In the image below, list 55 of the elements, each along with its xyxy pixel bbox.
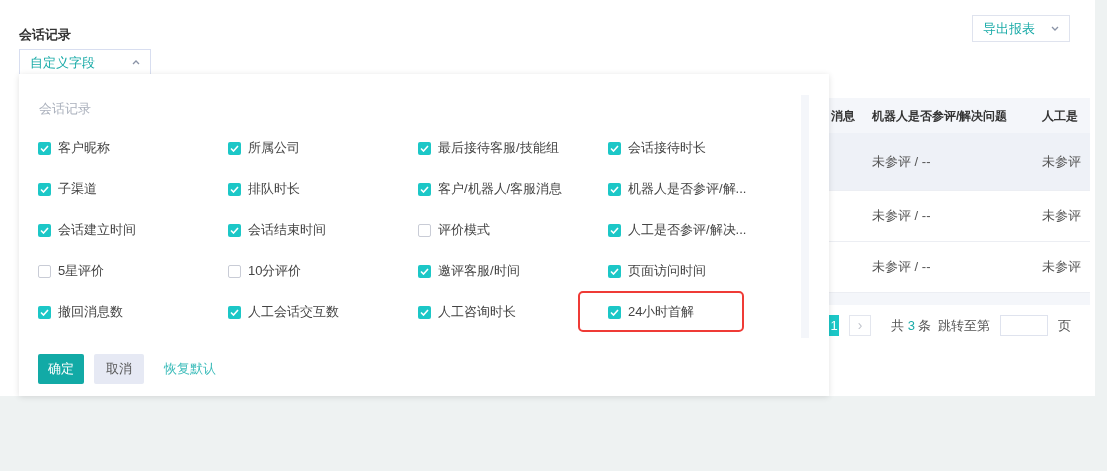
check-icon [610, 144, 619, 152]
column-header: 消息 [830, 107, 856, 125]
caret-up-icon [132, 60, 140, 65]
field-checkbox[interactable]: 撤回消息数 [38, 302, 123, 322]
check-icon [610, 308, 619, 316]
check-icon [40, 185, 49, 193]
field-checkbox[interactable]: 10分评价 [228, 261, 302, 281]
section-title: 会话记录 [19, 27, 71, 42]
jump-label: 跳转至第 [938, 316, 991, 335]
field-checkbox[interactable]: 页面访问时间 [608, 261, 706, 281]
field-checkbox[interactable]: 会话结束时间 [228, 220, 326, 240]
check-icon [40, 144, 49, 152]
check-icon [230, 185, 239, 193]
field-checkbox[interactable]: 机器人是否参评/解... [608, 179, 747, 199]
table-cell: 未参评 [1042, 259, 1081, 275]
table-cell: 未参评 [1042, 208, 1081, 224]
field-checkbox[interactable]: 评价模式 [418, 220, 490, 240]
check-icon [230, 226, 239, 234]
check-icon [230, 144, 239, 152]
check-icon [40, 308, 49, 316]
field-checkbox[interactable]: 人工是否参评/解决... [608, 220, 747, 240]
check-icon [610, 267, 619, 275]
check-icon [420, 308, 429, 316]
group-title: 会话记录 [39, 101, 91, 116]
check-icon [610, 226, 619, 234]
field-checkbox[interactable]: 人工会话交互数 [228, 302, 339, 322]
table-cell: 未参评 / -- [872, 208, 931, 224]
field-checkbox[interactable]: 邀评客服/时间 [418, 261, 520, 281]
field-checkbox[interactable]: 所属公司 [228, 138, 300, 158]
check-icon [40, 226, 49, 234]
caret-down-icon [1051, 26, 1059, 31]
field-checkbox[interactable]: 子渠道 [38, 179, 97, 199]
check-icon [230, 308, 239, 316]
page-input[interactable] [1000, 315, 1049, 336]
field-checkbox[interactable]: 5星评价 [38, 261, 105, 281]
check-icon [420, 144, 429, 152]
field-checkbox[interactable]: 会话建立时间 [38, 220, 136, 240]
page-label: 页 [1058, 316, 1072, 335]
field-checkbox[interactable]: 会话接待时长 [608, 138, 706, 158]
field-checkbox[interactable]: 人工咨询时长 [418, 302, 516, 322]
field-checkbox[interactable]: 最后接待客服/技能组 [418, 138, 559, 158]
table-cell: 未参评 [1042, 153, 1081, 169]
field-checkbox[interactable]: 客户昵称 [38, 138, 110, 158]
check-icon [420, 185, 429, 193]
cancel-button[interactable]: 取消 [94, 354, 144, 384]
field-checkbox[interactable]: 客户/机器人/客服消息 [418, 179, 563, 199]
table-cell: 未参评 / -- [872, 259, 931, 275]
field-checkbox[interactable]: 24小时首解 [608, 302, 695, 322]
total-count: 共 3 条 [891, 316, 932, 335]
table-cell: 未参评 / -- [872, 153, 931, 169]
column-header: 机器人是否参评/解决问题 [871, 107, 1009, 125]
field-checkbox[interactable]: 排队时长 [228, 179, 300, 199]
column-header: 人工是 [1041, 107, 1079, 125]
check-icon [610, 185, 619, 193]
check-icon [420, 267, 429, 275]
